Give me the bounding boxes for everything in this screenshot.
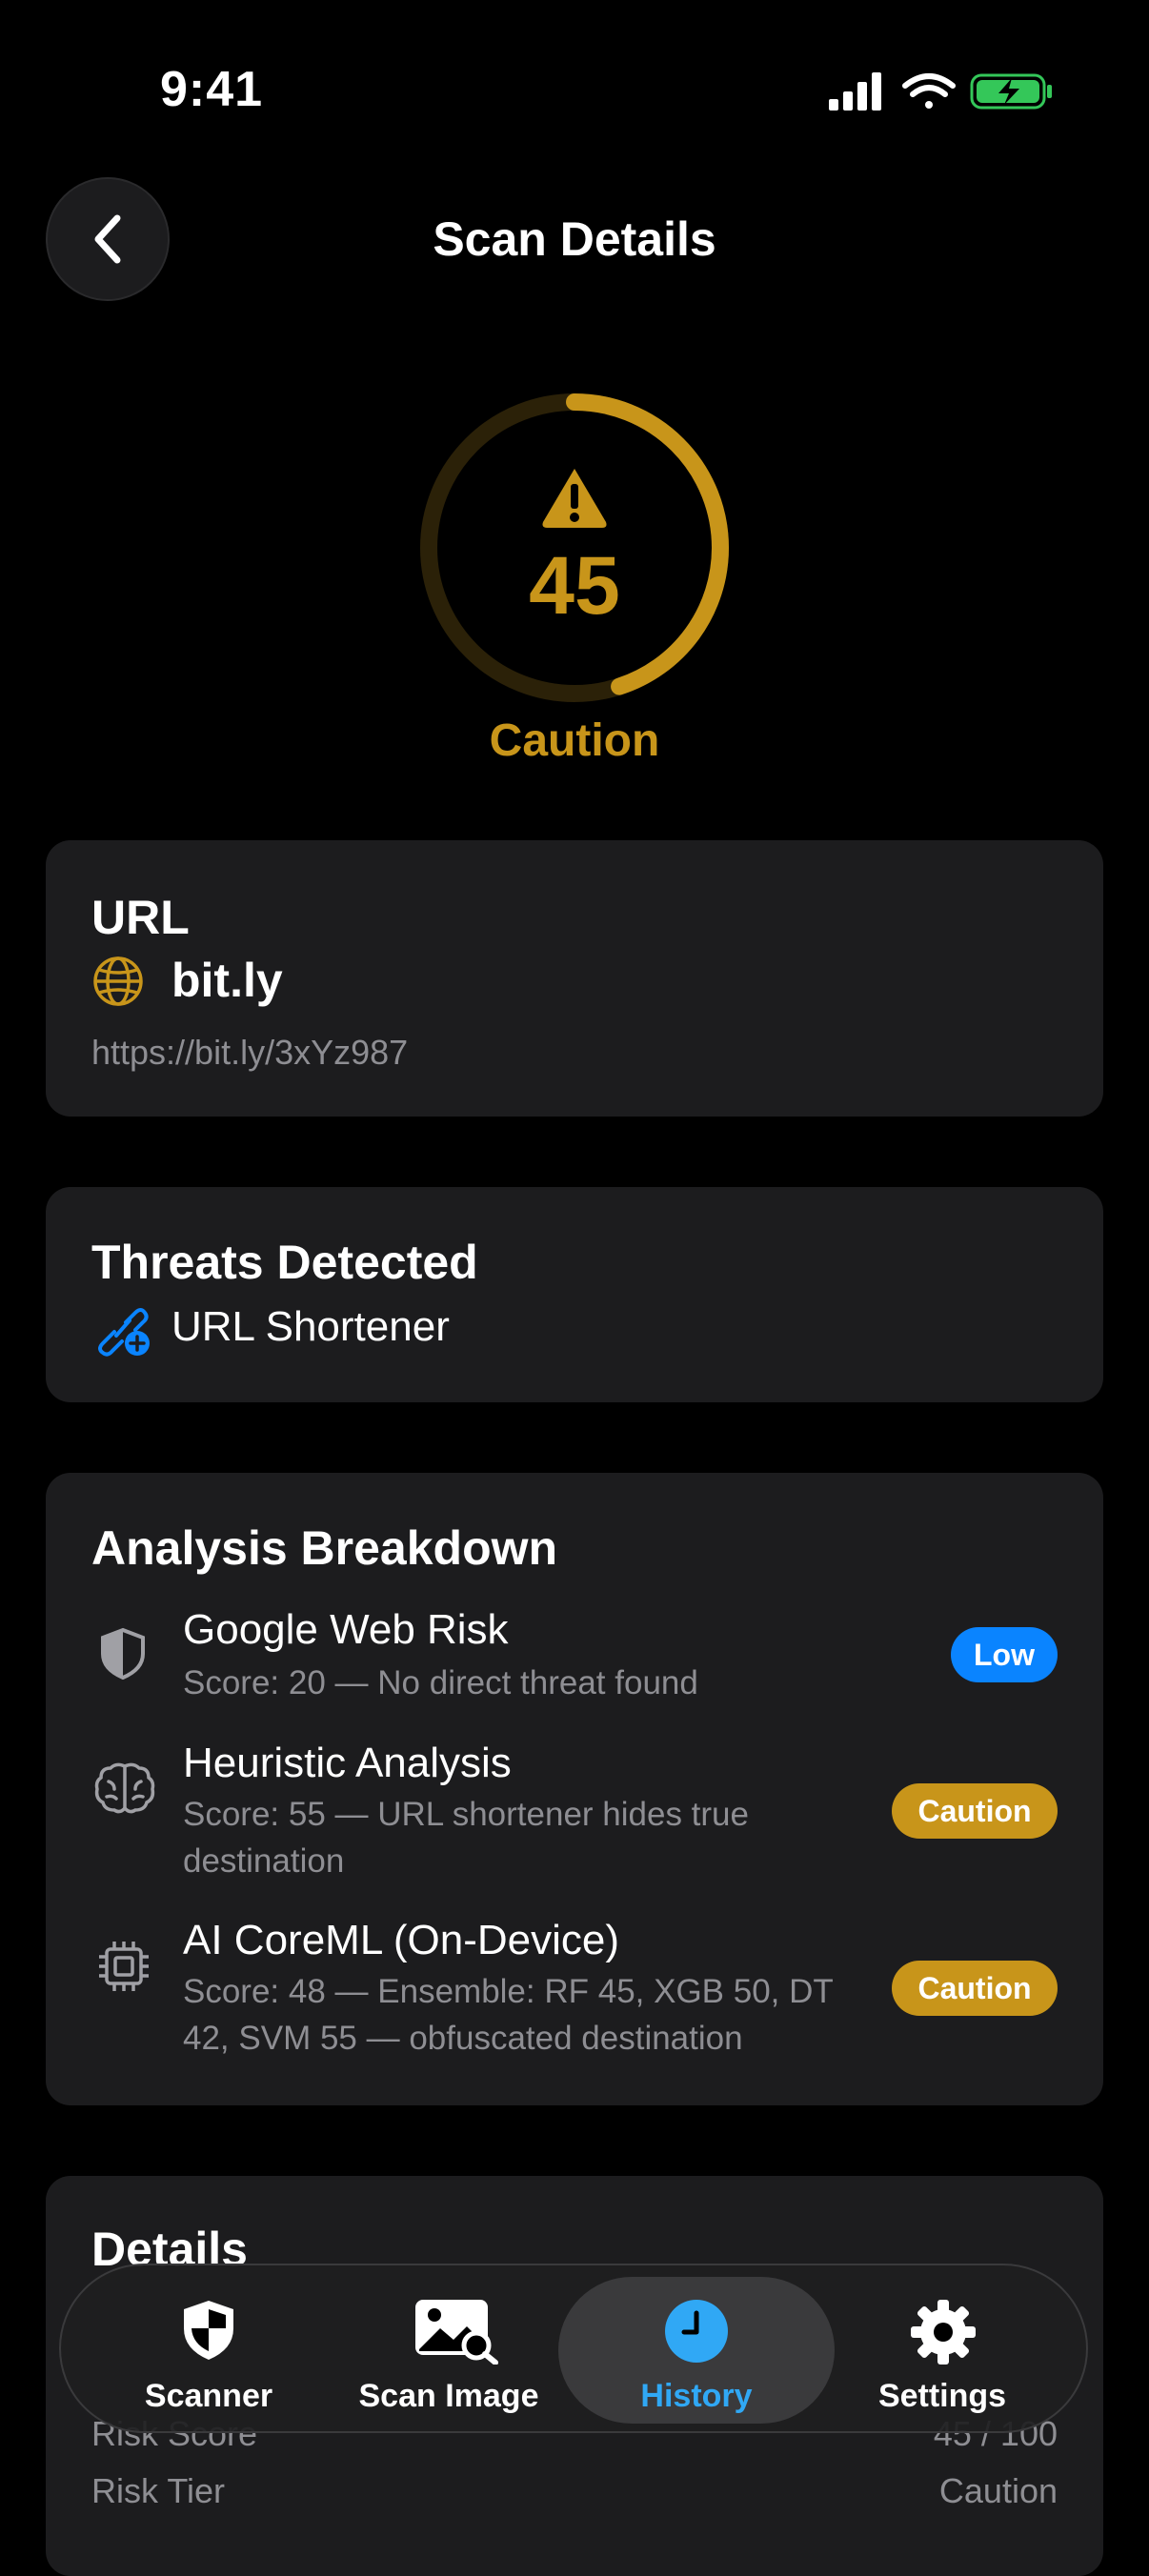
page-title: Scan Details [433,212,716,266]
shield-icon [184,2301,233,2360]
tab-label: Settings [877,2378,1007,2414]
details-row-value: Caution [938,2471,1058,2510]
url-card: URL bit.ly https://bit.ly/3xYz987 [46,840,1103,1117]
tab-label: Scan Image [358,2378,539,2414]
risk-tier-label: Caution [489,715,660,766]
status-badge: Caution [892,1961,1058,2016]
analysis-row-subtitle: Score: 48 — Ensemble: RF 45, XGB 50, DT … [183,1973,834,2057]
tab-scanner[interactable]: Scanner [90,2265,328,2435]
clock-icon [665,2300,728,2363]
cellular-signal-icon [829,72,881,111]
analysis-row-title: Google Web Risk [183,1606,509,1653]
threat-item: URL Shortener [171,1303,450,1350]
wifi-icon [902,73,956,109]
tab-settings[interactable]: Settings [823,2265,1061,2435]
threats-card: Threats Detected URL Shortener [46,1187,1103,1402]
analysis-row-subtitle: Score: 55 — URL shortener hides true des… [183,1796,749,1880]
tab-label: History [640,2378,753,2414]
brain-icon [94,1762,155,1814]
analysis-card: Analysis Breakdown Google Web Risk Score… [46,1473,1103,2105]
link-shortener-icon [98,1308,150,1357]
analysis-row-subtitle: Score: 20 — No direct threat found [183,1664,698,1701]
status-badge: Caution [892,1783,1058,1839]
tab-bar: Scanner Scan Image History Settings [59,2264,1088,2433]
analysis-row-title: AI CoreML (On-Device) [183,1917,620,1963]
status-badge: Low [951,1627,1058,1682]
globe-icon [93,956,143,1006]
status-time: 9:41 [160,62,264,117]
url-host: bit.ly [171,954,283,1007]
risk-score-value: 45 [529,540,620,632]
url-card-title: URL [91,891,190,944]
threats-card-title: Threats Detected [91,1236,478,1289]
url-full: https://bit.ly/3xYz987 [91,1033,409,1072]
gear-icon [911,2300,976,2365]
image-search-icon [415,2300,498,2365]
tab-label: Scanner [144,2378,273,2414]
analysis-card-title: Analysis Breakdown [91,1521,558,1575]
analysis-row-title: Heuristic Analysis [183,1740,512,1786]
battery-charging-icon [970,73,1052,110]
tab-history[interactable]: History [577,2265,816,2435]
status-icons [829,72,1052,111]
shield-half-icon [101,1627,145,1680]
chip-icon [99,1942,149,1991]
warning-icon [542,469,607,528]
details-row-label: Risk Tier [91,2471,226,2510]
tab-scan-image[interactable]: Scan Image [330,2265,568,2435]
